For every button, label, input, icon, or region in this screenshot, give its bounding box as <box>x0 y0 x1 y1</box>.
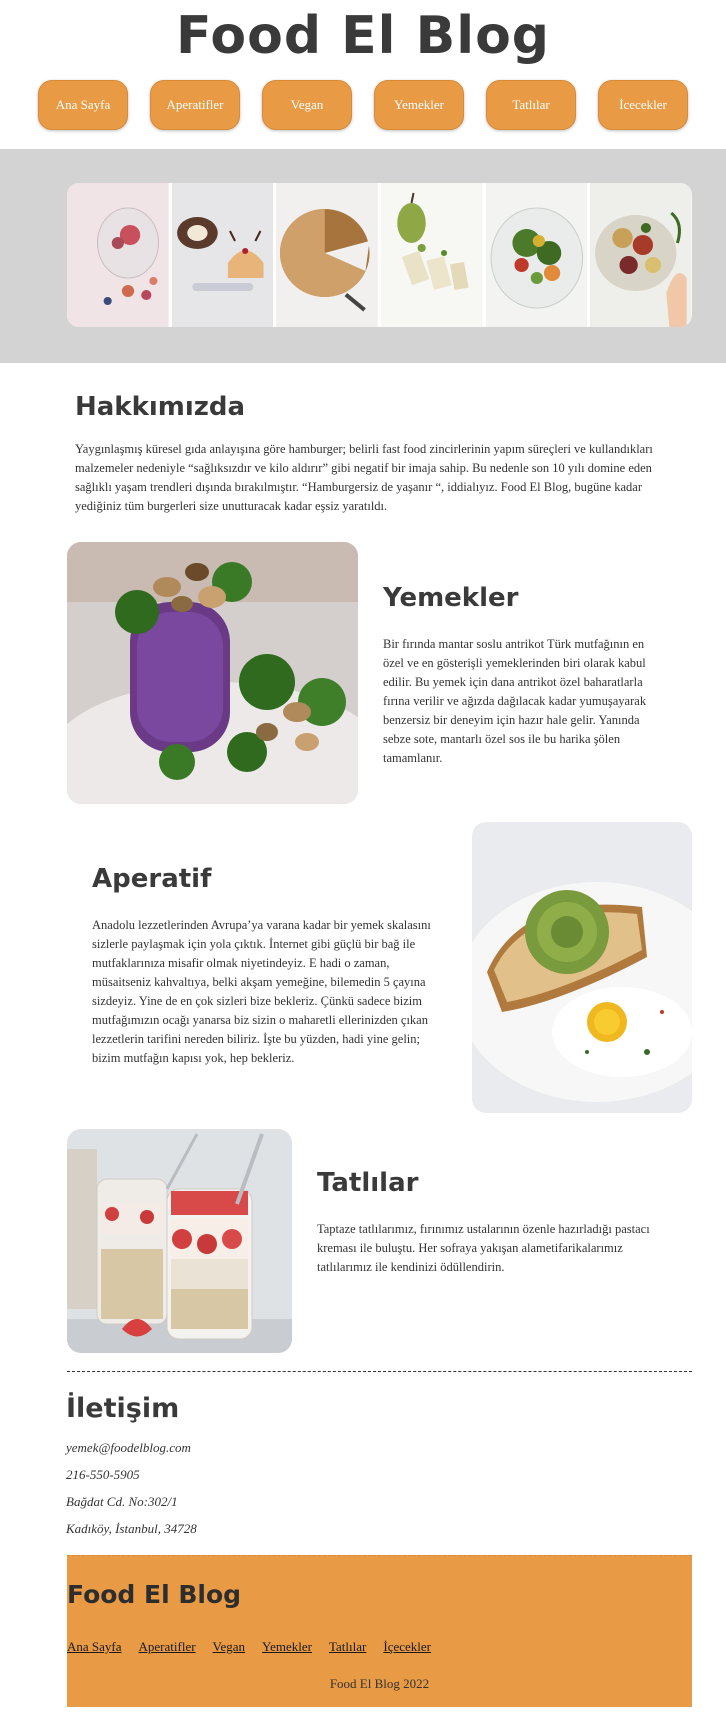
nav-appetizers-button[interactable]: Aperatifler <box>150 80 240 130</box>
section-divider <box>67 1371 692 1372</box>
food-gallery <box>67 183 692 327</box>
footer-title: Food El Blog <box>67 1580 242 1609</box>
dessert-photo <box>67 1129 292 1353</box>
desserts-heading: Tatlılar <box>317 1168 419 1198</box>
main-nav: Ana Sayfa Aperatifler Vegan Yemekler Tat… <box>0 80 726 130</box>
gallery-image-pie <box>276 183 379 327</box>
about-heading: Hakkımızda <box>75 392 246 422</box>
about-text: Yaygınlaşmış küresel gıda anlayışına gör… <box>75 442 653 513</box>
appetizer-photo <box>472 822 692 1113</box>
gallery-image-hand-bowl <box>590 183 692 327</box>
contact-section: İletişim yemek@foodelblog.com 216-550-59… <box>66 1393 197 1537</box>
contact-phone[interactable]: 216-550-5905 <box>66 1467 197 1483</box>
nav-meals-button[interactable]: Yemekler <box>374 80 464 130</box>
gallery-band <box>0 149 726 363</box>
footer-link-drinks[interactable]: İçecekler <box>383 1639 431 1655</box>
gallery-image-pear-dish <box>381 183 483 327</box>
footer: Food El Blog Ana Sayfa Aperatifler Vegan… <box>67 1555 692 1707</box>
footer-links: Ana Sayfa Aperatifler Vegan Yemekler Tat… <box>67 1639 431 1655</box>
appetizer-section: Aperatif Anadolu lezzetlerinden Avrupa’y… <box>92 864 450 1068</box>
appetizer-text: Anadolu lezzetlerinden Avrupa’ya varana … <box>92 918 431 1065</box>
footer-link-vegan[interactable]: Vegan <box>213 1639 246 1655</box>
contact-email[interactable]: yemek@foodelblog.com <box>66 1440 197 1456</box>
nav-home-button[interactable]: Ana Sayfa <box>38 80 128 130</box>
nav-desserts-button[interactable]: Tatlılar <box>486 80 576 130</box>
footer-link-home[interactable]: Ana Sayfa <box>67 1639 122 1655</box>
footer-link-appetizers[interactable]: Aperatifler <box>139 1639 196 1655</box>
gallery-image-cake-roll <box>171 183 274 327</box>
footer-copyright: Food El Blog 2022 <box>329 1676 430 1691</box>
contact-address-street: Bağdat Cd. No:302/1 <box>66 1494 178 1509</box>
site-title: Food El Blog <box>175 6 551 66</box>
appetizer-heading: Aperatif <box>92 864 212 894</box>
meals-text: Bir fırında mantar soslu antrikot Türk m… <box>383 637 647 765</box>
footer-link-desserts[interactable]: Tatlılar <box>329 1639 366 1655</box>
desserts-section: Tatlılar Taptaze tatlılarımız, fırınımız… <box>317 1168 657 1277</box>
nav-drinks-button[interactable]: İcecekler <box>598 80 688 130</box>
meal-photo <box>67 542 358 804</box>
gallery-image-salad-bowl <box>485 183 588 327</box>
page: Food El Blog Ana Sayfa Aperatifler Vegan… <box>0 0 726 1731</box>
meals-section: Yemekler Bir fırında mantar soslu antrik… <box>383 583 668 768</box>
contact-address-city: Kadıköy, İstanbul, 34728 <box>66 1521 197 1536</box>
gallery-image-chia-jar <box>67 183 169 327</box>
footer-link-meals[interactable]: Yemekler <box>262 1639 312 1655</box>
contact-heading: İletişim <box>66 1393 180 1424</box>
meals-heading: Yemekler <box>383 583 519 613</box>
about-section: Hakkımızda Yaygınlaşmış küresel gıda anl… <box>75 392 665 516</box>
nav-vegan-button[interactable]: Vegan <box>262 80 352 130</box>
desserts-text: Taptaze tatlılarımız, fırınımız ustaları… <box>317 1222 650 1274</box>
